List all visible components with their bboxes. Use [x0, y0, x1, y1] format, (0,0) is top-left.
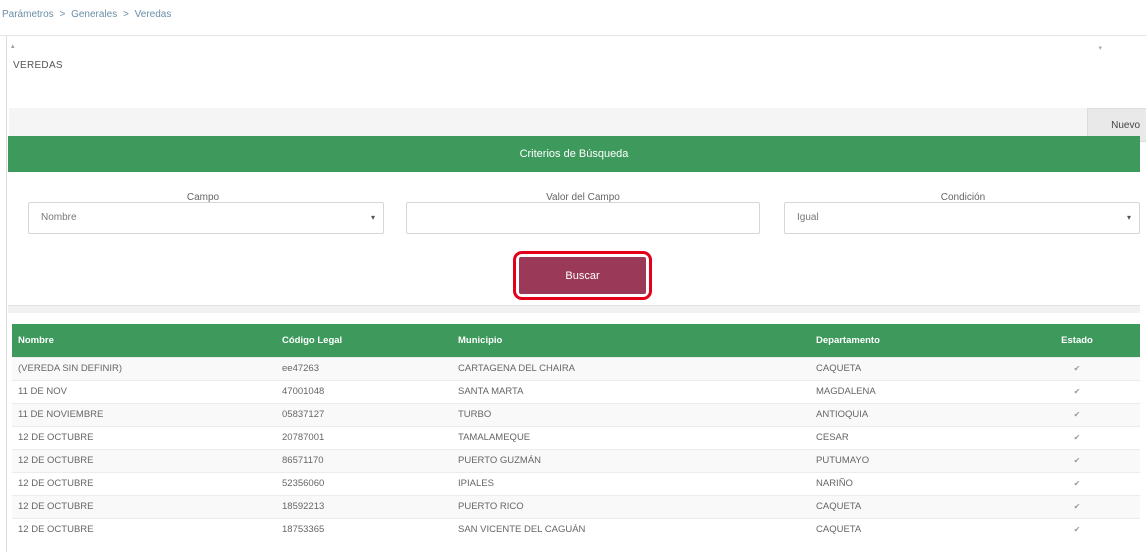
search-button[interactable]: Buscar: [519, 257, 646, 294]
cell-estado: ✔: [1008, 517, 1140, 541]
breadcrumb-separator: >: [59, 9, 66, 20]
cell-municipio: PUERTO RICO: [452, 494, 810, 518]
cell-municipio: CARTAGENA DEL CHAIRA: [452, 356, 810, 380]
cell-nombre: 11 DE NOV: [12, 379, 276, 403]
check-icon[interactable]: ✔: [1074, 525, 1081, 534]
chevron-down-icon: ▾: [1126, 213, 1131, 222]
cell-codigo-legal: 52356060: [276, 471, 452, 495]
cell-codigo-legal: 18592213: [276, 494, 452, 518]
cell-departamento: NARIÑO: [810, 471, 1008, 495]
check-icon[interactable]: ✔: [1074, 387, 1081, 396]
cell-estado: ✔: [1008, 494, 1140, 518]
cell-nombre: 12 DE OCTUBRE: [12, 425, 276, 449]
table-row[interactable]: 12 DE OCTUBRE 18753365 SAN VICENTE DEL C…: [12, 517, 1140, 541]
cell-codigo-legal: 20787001: [276, 425, 452, 449]
cell-estado: ✔: [1008, 356, 1140, 380]
column-header-nombre[interactable]: Nombre: [12, 324, 276, 357]
cell-nombre: 12 DE OCTUBRE: [12, 471, 276, 495]
check-icon[interactable]: ✔: [1074, 479, 1081, 488]
field-select-value: Nombre: [41, 212, 77, 223]
cell-municipio: SANTA MARTA: [452, 379, 810, 403]
check-icon[interactable]: ✔: [1074, 410, 1081, 419]
cell-codigo-legal: 18753365: [276, 517, 452, 541]
breadcrumb-item-parametros[interactable]: Parámetros: [2, 9, 54, 20]
chevron-down-icon: ▾: [370, 213, 375, 222]
cell-codigo-legal: 86571170: [276, 448, 452, 472]
check-icon[interactable]: ✔: [1074, 502, 1081, 511]
breadcrumb-separator: >: [123, 9, 129, 20]
cell-nombre: 11 DE NOVIEMBRE: [12, 402, 276, 426]
cell-departamento: MAGDALENA: [810, 379, 1008, 403]
breadcrumb-item-generales[interactable]: Generales: [71, 9, 117, 20]
table-row[interactable]: 12 DE OCTUBRE 86571170 PUERTO GUZMÁN PUT…: [12, 448, 1140, 472]
field-select[interactable]: Nombre ▾: [28, 202, 384, 234]
cell-departamento: CAQUETA: [810, 494, 1008, 518]
cell-departamento: ANTIOQUIA: [810, 402, 1008, 426]
cell-nombre: 12 DE OCTUBRE: [12, 494, 276, 518]
cell-municipio: TURBO: [452, 402, 810, 426]
collapse-icon[interactable]: ▴: [11, 42, 15, 50]
table-row[interactable]: 11 DE NOV 47001048 SANTA MARTA MAGDALENA…: [12, 379, 1140, 403]
table-header-row: Nombre Código Legal Municipio Departamen…: [12, 324, 1140, 357]
cell-estado: ✔: [1008, 425, 1140, 449]
cell-municipio: TAMALAMEQUE: [452, 425, 810, 449]
cell-departamento: CAQUETA: [810, 356, 1008, 380]
column-header-departamento[interactable]: Departamento: [810, 324, 1008, 357]
table-row[interactable]: 12 DE OCTUBRE 52356060 IPIALES NARIÑO ✔: [12, 471, 1140, 495]
condition-select[interactable]: Igual ▾: [784, 202, 1140, 234]
table-row[interactable]: 12 DE OCTUBRE 20787001 TAMALAMEQUE CESAR…: [12, 425, 1140, 449]
check-icon[interactable]: ✔: [1074, 456, 1081, 465]
cell-codigo-legal: ee47263: [276, 356, 452, 380]
column-header-codigo-legal[interactable]: Código Legal: [276, 324, 452, 357]
cell-estado: ✔: [1008, 402, 1140, 426]
cell-municipio: IPIALES: [452, 471, 810, 495]
column-header-municipio[interactable]: Municipio: [452, 324, 810, 357]
check-icon[interactable]: ✔: [1074, 433, 1081, 442]
cell-nombre: 12 DE OCTUBRE: [12, 517, 276, 541]
cell-nombre: 12 DE OCTUBRE: [12, 448, 276, 472]
cell-departamento: PUTUMAYO: [810, 448, 1008, 472]
column-header-estado[interactable]: Estado: [1008, 324, 1140, 357]
cell-estado: ✔: [1008, 471, 1140, 495]
veredas-table: Nombre Código Legal Municipio Departamen…: [12, 324, 1140, 541]
search-criteria-header: Criterios de Búsqueda: [8, 136, 1140, 172]
page-title: VEREDAS: [13, 60, 63, 71]
cell-estado: ✔: [1008, 379, 1140, 403]
breadcrumb-item-veredas: Veredas: [134, 9, 172, 20]
breadcrumb: Parámetros > Generales > Veredas: [0, 0, 1146, 36]
value-input[interactable]: [406, 202, 760, 234]
cell-departamento: CAQUETA: [810, 517, 1008, 541]
cell-departamento: CESAR: [810, 425, 1008, 449]
table-row[interactable]: 11 DE NOVIEMBRE 05837127 TURBO ANTIOQUIA…: [12, 402, 1140, 426]
table-row[interactable]: (VEREDA SIN DEFINIR) ee47263 CARTAGENA D…: [12, 356, 1140, 380]
cell-codigo-legal: 05837127: [276, 402, 452, 426]
cell-estado: ✔: [1008, 448, 1140, 472]
cell-municipio: SAN VICENTE DEL CAGUÁN: [452, 517, 810, 541]
check-icon[interactable]: ✔: [1074, 364, 1081, 373]
cell-codigo-legal: 47001048: [276, 379, 452, 403]
expand-icon[interactable]: ▾: [1098, 44, 1102, 52]
cell-nombre: (VEREDA SIN DEFINIR): [12, 356, 276, 380]
cell-municipio: PUERTO GUZMÁN: [452, 448, 810, 472]
table-row[interactable]: 12 DE OCTUBRE 18592213 PUERTO RICO CAQUE…: [12, 494, 1140, 518]
condition-select-value: Igual: [797, 212, 819, 223]
section-separator: [8, 305, 1140, 313]
